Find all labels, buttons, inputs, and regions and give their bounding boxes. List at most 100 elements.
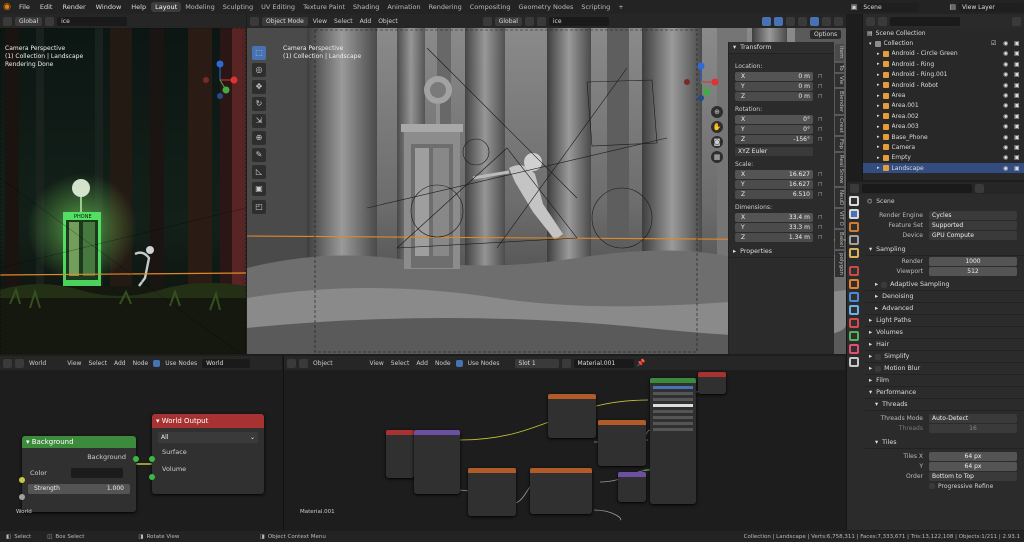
simplify-panel[interactable]: ▸ Simplify [865,351,1024,363]
lock-icon[interactable]: ⊓ [818,191,823,198]
menu-add[interactable]: Add [112,360,128,367]
world-output-node-header[interactable]: ▾ World Output [152,414,264,428]
shader-node-image-4[interactable] [598,420,646,466]
outliner-item[interactable]: ▸ Camera ◉ ▣ [863,142,1024,152]
rotation-y-field[interactable]: Y 0° [735,124,813,134]
lock-icon[interactable]: ⊓ [818,93,823,100]
move-tool-icon[interactable]: ✥ [252,80,266,94]
xray-icon[interactable] [786,16,795,26]
editor-type-icon[interactable] [3,358,12,368]
location-y-field[interactable]: Y0 m [735,81,813,91]
shader-node-principled-bsdf[interactable] [650,378,696,504]
volume-input-socket[interactable] [149,474,155,480]
filter-icon[interactable] [1012,16,1021,26]
shader-node-mapping[interactable] [414,430,460,494]
proportional-icon[interactable] [536,16,546,26]
menu-select[interactable]: Select [332,18,355,25]
render-camera-icon[interactable]: ▣ [1014,102,1024,109]
annotate-tool-icon[interactable]: ✎ [252,148,266,162]
snap-icon[interactable] [524,16,534,26]
main-search-input[interactable]: ice [548,16,609,26]
left-orientation-dropdown[interactable]: Global [15,16,43,26]
render-camera-icon[interactable]: ▣ [1014,144,1024,151]
collapse-chevron-icon[interactable]: ▸ [877,165,880,171]
render-camera-icon[interactable]: ▣ [1014,113,1024,120]
tab-animation[interactable]: Animation [383,2,424,12]
visibility-eye-icon[interactable]: ◉ [1003,134,1014,141]
render-camera-icon[interactable]: ▣ [1014,123,1024,130]
outliner-item[interactable]: ▸ Area.002 ◉ ▣ [863,111,1024,121]
outliner-item[interactable]: ▸ Base_Phone ◉ ▣ [863,132,1024,142]
visibility-eye-icon[interactable]: ◉ [1003,123,1014,130]
threads-subpanel[interactable]: ▾ Threads [865,399,1024,411]
film-panel[interactable]: ▸ Film [865,375,1024,387]
visibility-eye-icon[interactable]: ◉ [1003,61,1014,68]
render-camera-icon[interactable]: ▣ [1014,61,1024,68]
collapse-chevron-icon[interactable]: ▸ [877,51,880,57]
visibility-eye-icon[interactable]: ◉ [1003,92,1014,99]
n-panel-tab-7[interactable]: NeuD [835,187,844,207]
transform-tool-icon[interactable]: ⊕ [252,131,266,145]
tab-scripting[interactable]: Scripting [577,2,614,12]
world-tab-icon[interactable] [849,266,859,276]
outliner-item[interactable]: ▸ Area.001 ◉ ▣ [863,101,1024,111]
menu-select[interactable]: Select [389,360,412,367]
menu-object[interactable]: Object [376,18,400,25]
collapse-chevron-icon[interactable]: ▸ [877,124,880,130]
background-output-socket[interactable] [133,456,139,462]
properties-panel-header[interactable]: ▸ Properties [729,246,834,258]
tab-uv-editing[interactable]: UV Editing [257,2,299,12]
collapse-chevron-icon[interactable]: ▸ [877,61,880,67]
render-camera-icon[interactable]: ▣ [1014,50,1024,57]
transform-orientation-icon[interactable] [482,16,492,26]
material-tab-icon[interactable] [849,357,859,367]
output-tab-icon[interactable] [849,222,859,232]
expand-chevron-icon[interactable]: ▾ [869,41,872,47]
shader-node-image-1[interactable] [468,468,516,516]
threads-count-field[interactable]: 16 [929,423,1017,433]
add-workspace-button[interactable]: + [614,2,627,12]
strength-input-socket[interactable] [19,494,25,500]
rotation-mode-dropdown[interactable]: XYZ Euler [735,147,813,156]
material-datablock-field[interactable]: Material.001 [573,358,634,368]
tab-texture-paint[interactable]: Texture Paint [299,2,349,12]
camera-view-icon[interactable]: ◙ [711,136,723,148]
tab-shading[interactable]: Shading [349,2,383,12]
show-gizmo-icon[interactable] [762,16,771,26]
menu-file[interactable]: File [14,3,35,11]
simplify-checkbox[interactable] [875,353,882,360]
dimensions-z-field[interactable]: Z 1.34 m [735,232,813,242]
collapse-chevron-icon[interactable]: ▸ [877,155,880,161]
shader-type-dropdown[interactable]: Object [311,360,335,367]
n-panel-tab-9[interactable]: Bakel [835,229,844,249]
denoising-subpanel[interactable]: ▸ Denoising [865,291,1024,303]
collapse-chevron-icon[interactable]: ▸ [877,144,880,150]
visibility-eye-icon[interactable]: ◉ [1003,113,1014,120]
tab-rendering[interactable]: Rendering [425,2,466,12]
lock-icon[interactable]: ⊓ [818,73,823,80]
hair-panel[interactable]: ▸ Hair [865,339,1024,351]
menu-add[interactable]: Add [414,360,430,367]
menu-add[interactable]: Add [358,18,374,25]
location-z-field[interactable]: Z0 m [735,91,813,101]
visibility-eye-icon[interactable]: ◉ [1003,165,1014,172]
collapse-chevron-icon[interactable]: ▸ [877,113,880,119]
properties-search-input[interactable] [862,183,972,193]
menu-node[interactable]: Node [131,360,151,367]
location-x-field[interactable]: X0 m [735,71,813,81]
volumes-panel[interactable]: ▸ Volumes [865,327,1024,339]
sampling-panel-header[interactable]: ▾ Sampling [865,244,1024,256]
outliner-search-input[interactable] [890,16,960,26]
shader-node-tex-coord[interactable] [386,430,414,478]
visibility-eye-icon[interactable]: ◉ [1003,71,1014,78]
pin-icon[interactable]: 📌 [637,359,646,367]
shader-node-material-output[interactable] [698,372,726,394]
background-node-header[interactable]: ▾ Background [22,436,136,448]
motion-blur-panel[interactable]: ▸ Motion Blur [865,363,1024,375]
visibility-eye-icon[interactable]: ◉ [1003,102,1014,109]
main-viewport[interactable]: Object Mode View Select Add Object Globa… [247,14,846,354]
tab-compositing[interactable]: Compositing [466,2,515,12]
menu-node[interactable]: Node [433,360,453,367]
n-panel-tab-2[interactable]: Vie [835,74,844,87]
scale-x-field[interactable]: X 16.627 [735,169,813,179]
